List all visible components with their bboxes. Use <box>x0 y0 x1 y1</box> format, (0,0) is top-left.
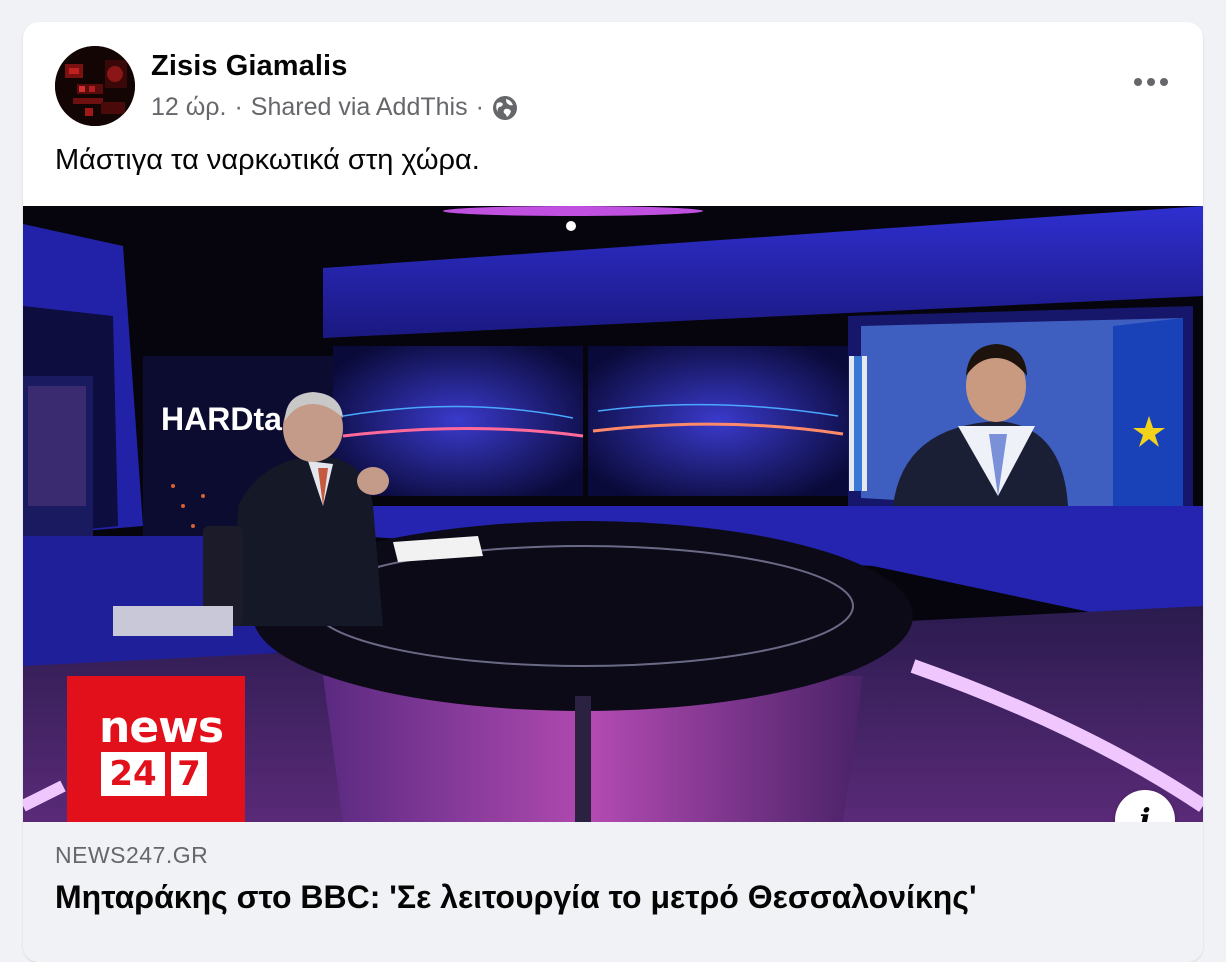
logo-word: news <box>99 702 224 753</box>
logo-num-7: 7 <box>171 752 207 796</box>
link-title[interactable]: Μηταράκης στο BBC: 'Σε λειτουργία το μετ… <box>55 879 977 916</box>
avatar[interactable] <box>55 46 135 126</box>
globe-icon[interactable] <box>492 95 518 121</box>
link-preview-image[interactable]: HARDta news 24 7 <box>23 206 1203 822</box>
meta-separator: · <box>475 93 484 121</box>
post-text: Μάστιγα τα ναρκωτικά στη χώρα. <box>55 144 480 176</box>
meta-separator: · <box>234 93 243 121</box>
studio-sign: HARDta <box>161 401 282 437</box>
link-domain: NEWS247.GR <box>55 842 209 868</box>
post-time[interactable]: 12 ώρ. <box>151 93 226 122</box>
news247-logo: news 24 7 <box>67 676 245 822</box>
author-name[interactable]: Zisis Giamalis <box>151 50 347 83</box>
post-card: Zisis Giamalis 12 ώρ. · Shared via AddTh… <box>23 22 1203 962</box>
link-preview-footer[interactable]: NEWS247.GR Μηταράκης στο BBC: 'Σε λειτου… <box>23 822 1203 962</box>
more-options-icon <box>1134 78 1168 86</box>
post-header: Zisis Giamalis 12 ώρ. · Shared via AddTh… <box>23 22 1203 132</box>
logo-num-24: 24 <box>101 752 165 796</box>
shared-via: Shared via AddThis <box>250 93 468 121</box>
post-meta: 12 ώρ. · Shared via AddThis · <box>151 93 518 122</box>
more-options-button[interactable] <box>1127 62 1175 102</box>
